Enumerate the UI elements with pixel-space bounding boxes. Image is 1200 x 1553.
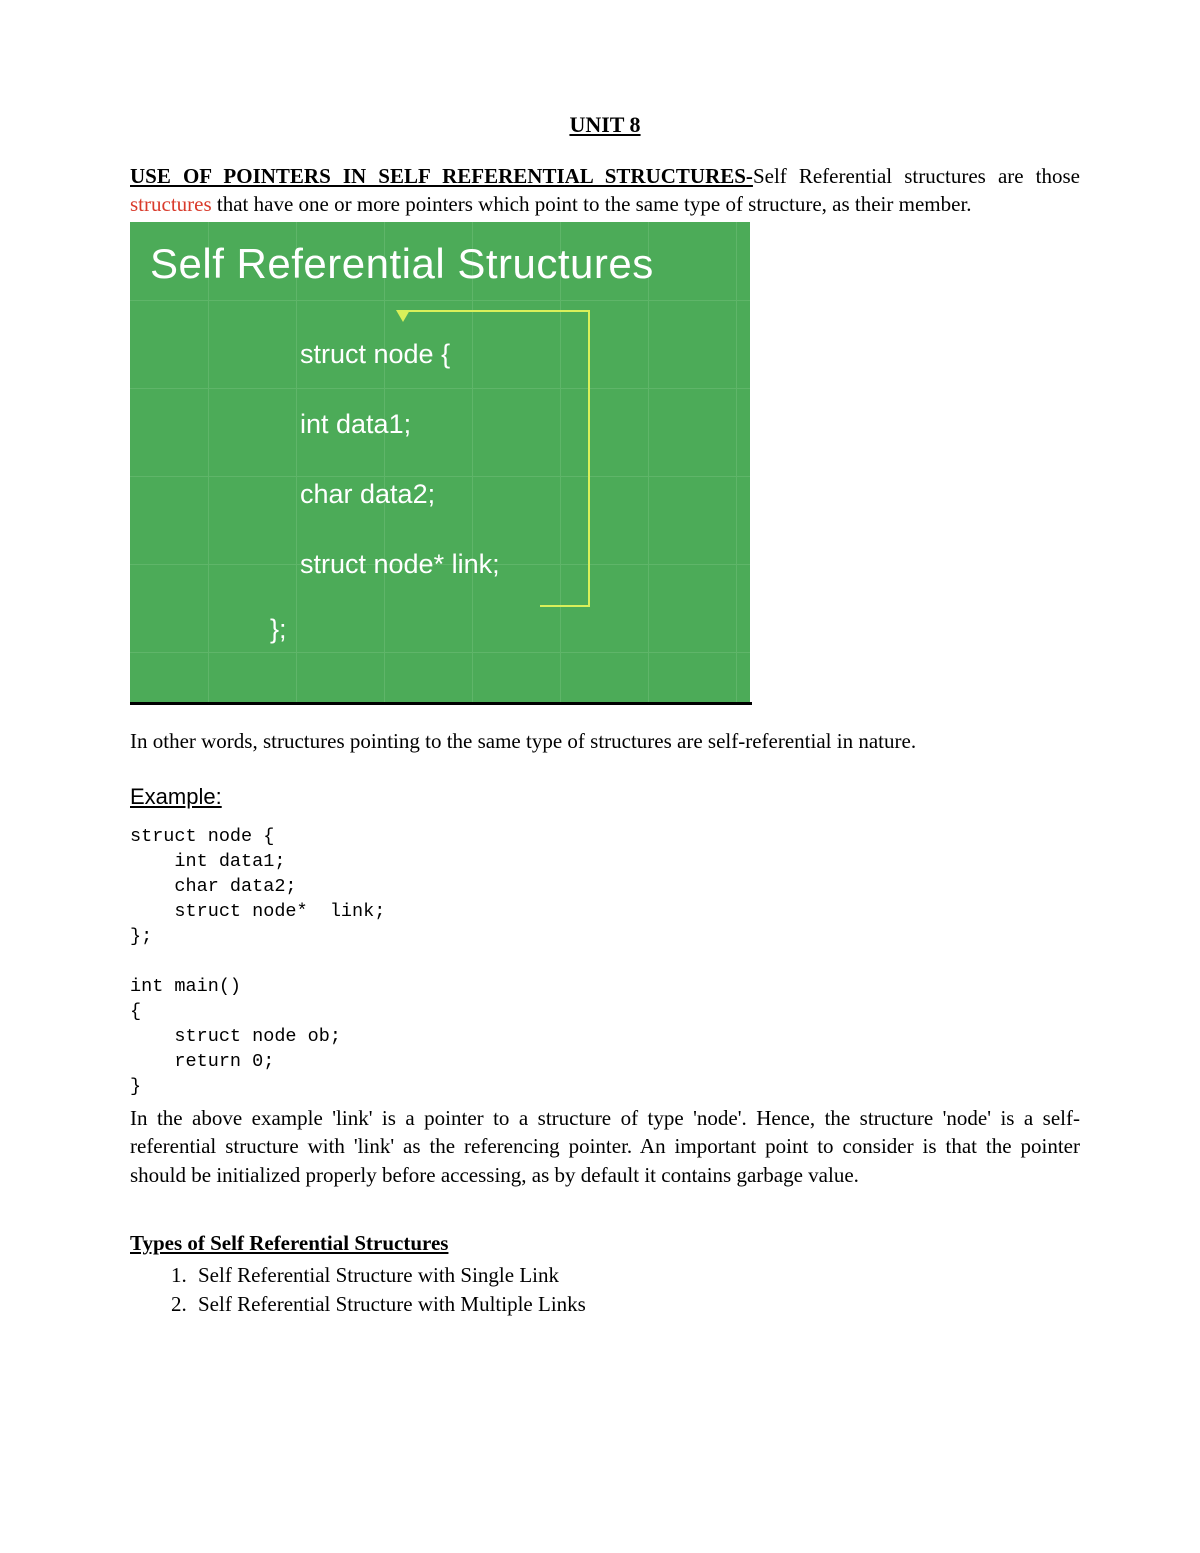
- diagram-code-line: int data1;: [300, 389, 750, 459]
- intro-text-before: Self Referential structures are those: [753, 164, 1080, 188]
- example-code-block: struct node { int data1; char data2; str…: [130, 825, 1080, 1100]
- arrow-segment: [402, 310, 590, 312]
- diagram-code-line: struct node {: [300, 319, 750, 389]
- intro-heading: USE OF POINTERS IN SELF REFERENTIAL STRU…: [130, 164, 753, 188]
- explanation-paragraph: In the above example 'link' is a pointer…: [130, 1104, 1080, 1189]
- structures-link[interactable]: structures: [130, 192, 212, 216]
- after-diagram-text: In other words, structures pointing to t…: [130, 727, 1080, 755]
- diagram-code-close: };: [130, 599, 750, 659]
- diagram-code-line: char data2;: [300, 459, 750, 529]
- types-list: Self Referential Structure with Single L…: [130, 1261, 1080, 1318]
- diagram-title: Self Referential Structures: [130, 222, 750, 301]
- page-title: UNIT 8: [130, 110, 1080, 140]
- list-item: Self Referential Structure with Multiple…: [192, 1290, 1080, 1318]
- diagram-code-block: struct node { int data1; char data2; str…: [130, 301, 750, 599]
- arrow-segment: [540, 605, 590, 607]
- intro-text-after: that have one or more pointers which poi…: [212, 192, 972, 216]
- example-label: Example:: [130, 782, 1080, 812]
- list-item: Self Referential Structure with Single L…: [192, 1261, 1080, 1289]
- arrow-segment: [588, 310, 590, 607]
- diagram-container: Self Referential Structures struct node …: [130, 222, 752, 705]
- self-referential-diagram: Self Referential Structures struct node …: [130, 222, 750, 702]
- diagram-code-line: struct node* link;: [300, 529, 750, 599]
- intro-paragraph: USE OF POINTERS IN SELF REFERENTIAL STRU…: [130, 162, 1080, 219]
- types-heading: Types of Self Referential Structures: [130, 1229, 1080, 1257]
- arrow-head-icon: [396, 310, 410, 322]
